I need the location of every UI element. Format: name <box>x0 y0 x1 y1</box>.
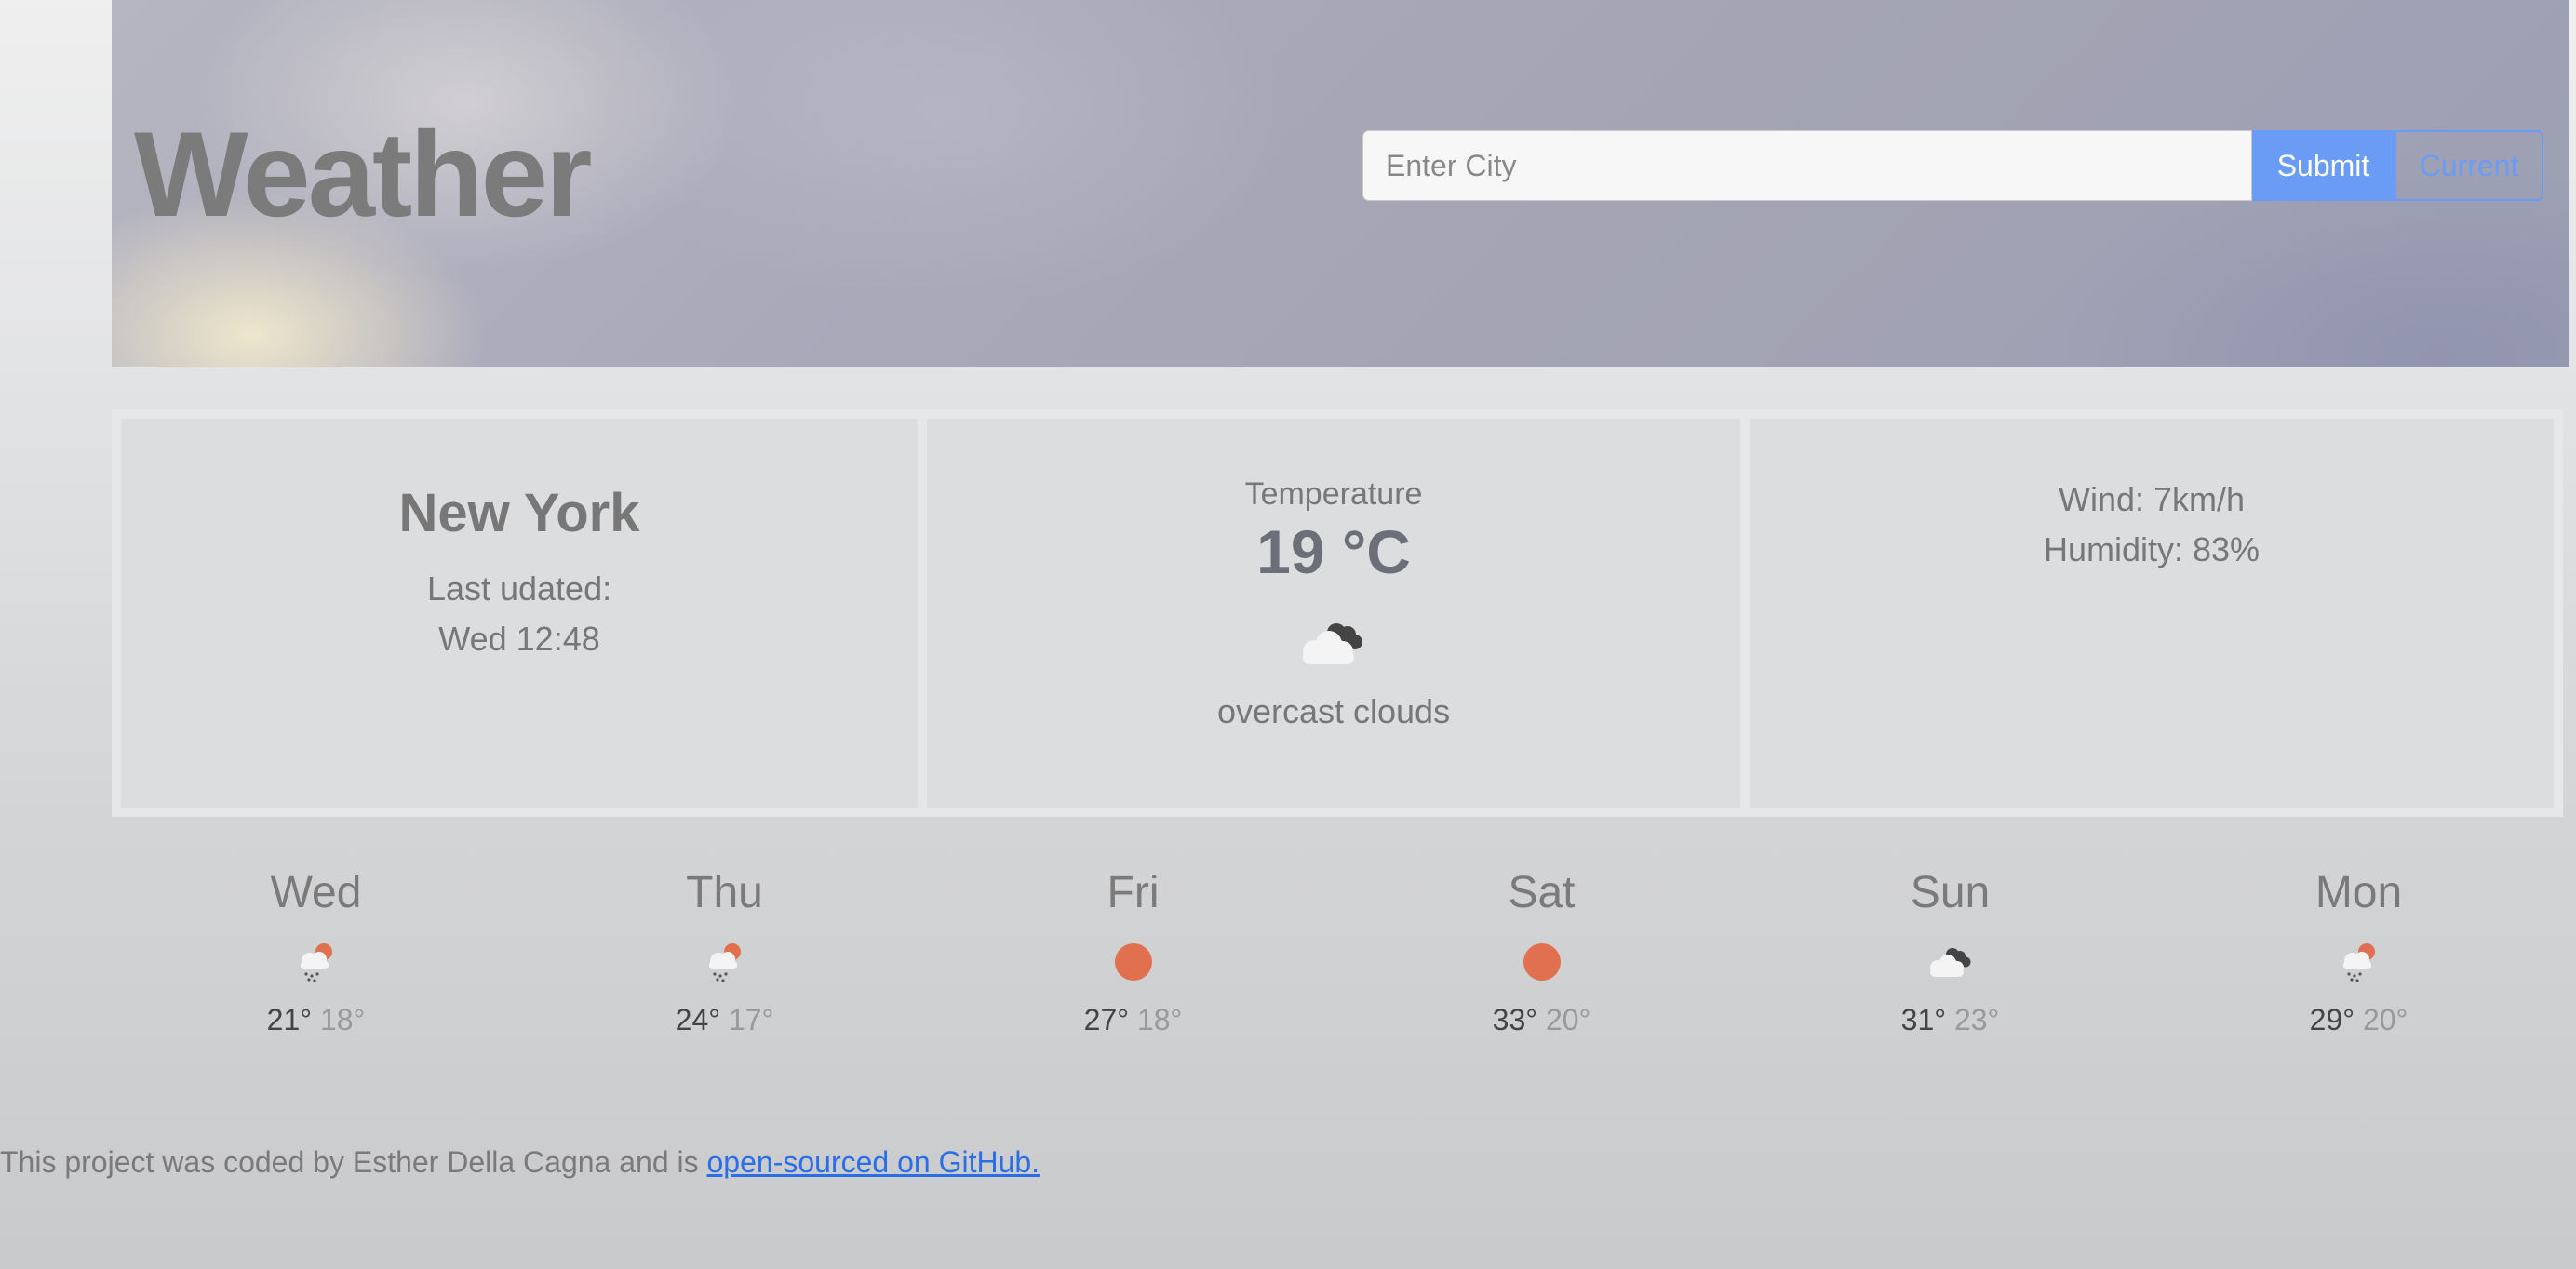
sun-icon <box>1337 936 1746 988</box>
forecast-min-temp: 18° <box>319 1003 366 1036</box>
humidity: Humidity: 83% <box>2043 530 2261 568</box>
forecast-max-temp: 33° <box>1492 1003 1538 1036</box>
current-location-button[interactable]: Current <box>2395 130 2543 201</box>
current-weather-panel: New York Last udated: Wed 12:48 Temperat… <box>112 409 2563 817</box>
city-search-input[interactable] <box>1362 130 2252 201</box>
temperature-card: Temperature 19 °C overcast clouds <box>927 419 1740 808</box>
overcast-clouds-icon <box>927 614 1740 670</box>
footer-text: This project was coded by Esther Della C… <box>0 1145 707 1179</box>
search-form: Submit Current <box>1362 130 2543 201</box>
sun-icon <box>929 936 1337 988</box>
forecast-min-temp: 23° <box>1953 1003 2000 1036</box>
wind-humidity-card: Wind: 7km/h Humidity: 83% <box>1750 419 2554 808</box>
city-card: New York Last udated: Wed 12:48 <box>121 419 919 808</box>
forecast-min-temp: 18° <box>1136 1003 1183 1036</box>
last-updated-time: Wed 12:48 <box>438 620 600 658</box>
forecast-day: Wed 21° 18° <box>112 865 520 1038</box>
temperature-label: Temperature <box>1244 476 1423 512</box>
overcast-clouds-icon <box>1746 936 2154 988</box>
forecast-day: Thu 24° 17° <box>520 865 929 1038</box>
forecast-day-name: Sun <box>1910 868 1991 917</box>
forecast-day-name: Fri <box>1107 868 1160 917</box>
forecast-day-name: Sat <box>1508 868 1576 917</box>
footer: This project was coded by Esther Della C… <box>0 1141 1040 1183</box>
weather-description: overcast clouds <box>1216 692 1451 730</box>
rain-sun-icon <box>112 936 520 988</box>
wind-speed: Wind: 7km/h <box>2058 480 2246 518</box>
header-banner: Weather Submit Current <box>112 0 2569 367</box>
page-title: Weather <box>134 106 593 242</box>
rain-sun-icon <box>520 936 929 988</box>
last-updated-label: Last udated: <box>426 569 612 608</box>
forecast-max-temp: 29° <box>2309 1003 2355 1036</box>
forecast-min-temp: 20° <box>1545 1003 1591 1036</box>
forecast-max-temp: 24° <box>675 1003 721 1036</box>
rain-sun-icon <box>2154 936 2563 988</box>
forecast-min-temp: 20° <box>2362 1003 2408 1036</box>
forecast-day: Mon 29° 20° <box>2154 865 2563 1038</box>
github-link[interactable]: open-sourced on GitHub. <box>707 1145 1040 1179</box>
forecast-day: Sun 31° 23° <box>1746 865 2154 1038</box>
forecast-day: Sat 33° 20° <box>1337 865 1746 1038</box>
forecast-row: Wed 21° 18° Thu 24° 17° Fri 27° 18° Sat … <box>112 865 2563 1038</box>
forecast-max-temp: 21° <box>266 1003 313 1036</box>
city-name: New York <box>398 483 640 543</box>
forecast-day: Fri 27° 18° <box>929 865 1337 1038</box>
forecast-max-temp: 31° <box>1900 1003 1947 1036</box>
temperature-value: 19 °C <box>1256 517 1411 586</box>
forecast-day-name: Mon <box>2314 868 2403 917</box>
forecast-day-name: Thu <box>686 868 763 917</box>
forecast-day-name: Wed <box>270 868 362 917</box>
submit-button[interactable]: Submit <box>2252 130 2395 201</box>
forecast-min-temp: 17° <box>728 1003 774 1036</box>
forecast-max-temp: 27° <box>1083 1003 1130 1036</box>
